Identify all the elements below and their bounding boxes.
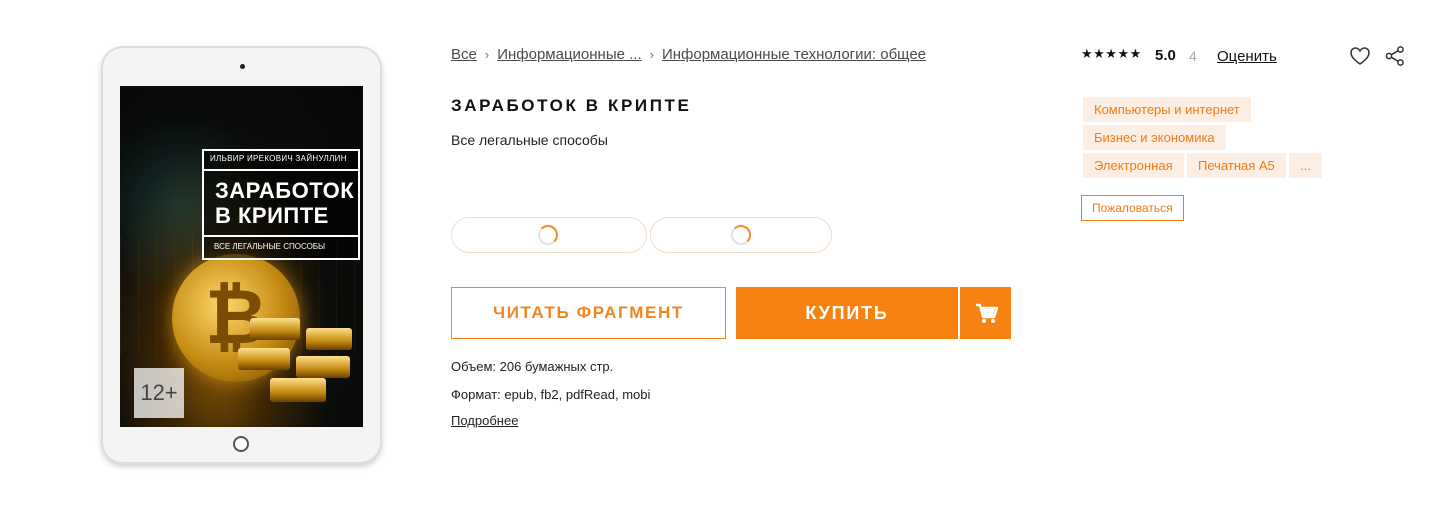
tablet-home-button <box>233 436 249 452</box>
cover-subtitle: ВСЕ ЛЕГАЛЬНЫЕ СПОСОБЫ <box>202 235 360 260</box>
tag-more[interactable]: ... <box>1289 153 1322 178</box>
price-option-loading[interactable] <box>451 217 647 253</box>
rating-stars: ★★★★★ <box>1081 46 1142 61</box>
cover-title: ЗАРАБОТОК В КРИПТЕ <box>215 178 355 228</box>
add-to-cart-button[interactable] <box>960 287 1011 339</box>
share-icon[interactable] <box>1384 45 1406 67</box>
breadcrumb: Все › Информационные ... › Информационные те… <box>451 46 926 63</box>
more-details-link[interactable]: Подробнее <box>451 413 518 428</box>
gold-bar-image <box>296 356 350 378</box>
read-fragment-button[interactable]: ЧИТАТЬ ФРАГМЕНТ <box>451 287 726 339</box>
gold-bar-image <box>238 348 290 370</box>
tag-business[interactable]: Бизнес и экономика <box>1083 125 1226 150</box>
cover-title-line1: ЗАРАБОТОК <box>215 178 355 203</box>
breadcrumb-link-subcategory[interactable]: Информационные технологии: общее <box>662 46 926 63</box>
cover-author: ИЛЬВИР ИРЕКОВИЧ ЗАЙНУЛЛИН <box>202 149 360 171</box>
loading-spinner-icon <box>538 225 558 245</box>
breadcrumb-link-all[interactable]: Все <box>451 46 477 63</box>
book-volume: Объем: 206 бумажных стр. <box>451 359 614 374</box>
age-rating-badge: 12+ <box>134 368 184 418</box>
book-title: ЗАРАБОТОК В КРИПТЕ <box>451 96 692 115</box>
gold-bar-image <box>306 328 352 350</box>
gold-bar-image <box>250 318 300 340</box>
rate-link[interactable]: Оценить <box>1217 48 1277 65</box>
loading-spinner-icon <box>731 225 751 245</box>
cover-title-line2: В КРИПТЕ <box>215 203 329 228</box>
heart-icon[interactable] <box>1349 45 1371 67</box>
breadcrumb-link-category[interactable]: Информационные ... <box>497 46 641 63</box>
gold-bar-image <box>270 378 326 402</box>
price-option-loading[interactable] <box>650 217 832 253</box>
breadcrumb-separator: › <box>484 47 490 62</box>
complain-button[interactable]: Пожаловаться <box>1081 195 1184 221</box>
tag-computers[interactable]: Компьютеры и интернет <box>1083 97 1251 122</box>
book-format: Формат: epub, fb2, pdfRead, mobi <box>451 387 651 402</box>
tag-electronic[interactable]: Электронная <box>1083 153 1184 178</box>
book-cover[interactable]: ₿ ИЛЬВИР ИРЕКОВИЧ ЗАЙНУЛЛИН ЗАРАБОТОК В … <box>120 86 363 427</box>
tablet-camera <box>240 64 245 69</box>
rating-value: 5.0 <box>1155 47 1176 64</box>
tag-print-a5[interactable]: Печатная A5 <box>1187 153 1286 178</box>
cart-icon <box>976 303 999 323</box>
rating-count: 4 <box>1189 48 1197 64</box>
book-subtitle: Все легальные способы <box>451 132 608 148</box>
buy-button[interactable]: КУПИТЬ <box>736 287 958 339</box>
breadcrumb-separator: › <box>649 47 654 62</box>
